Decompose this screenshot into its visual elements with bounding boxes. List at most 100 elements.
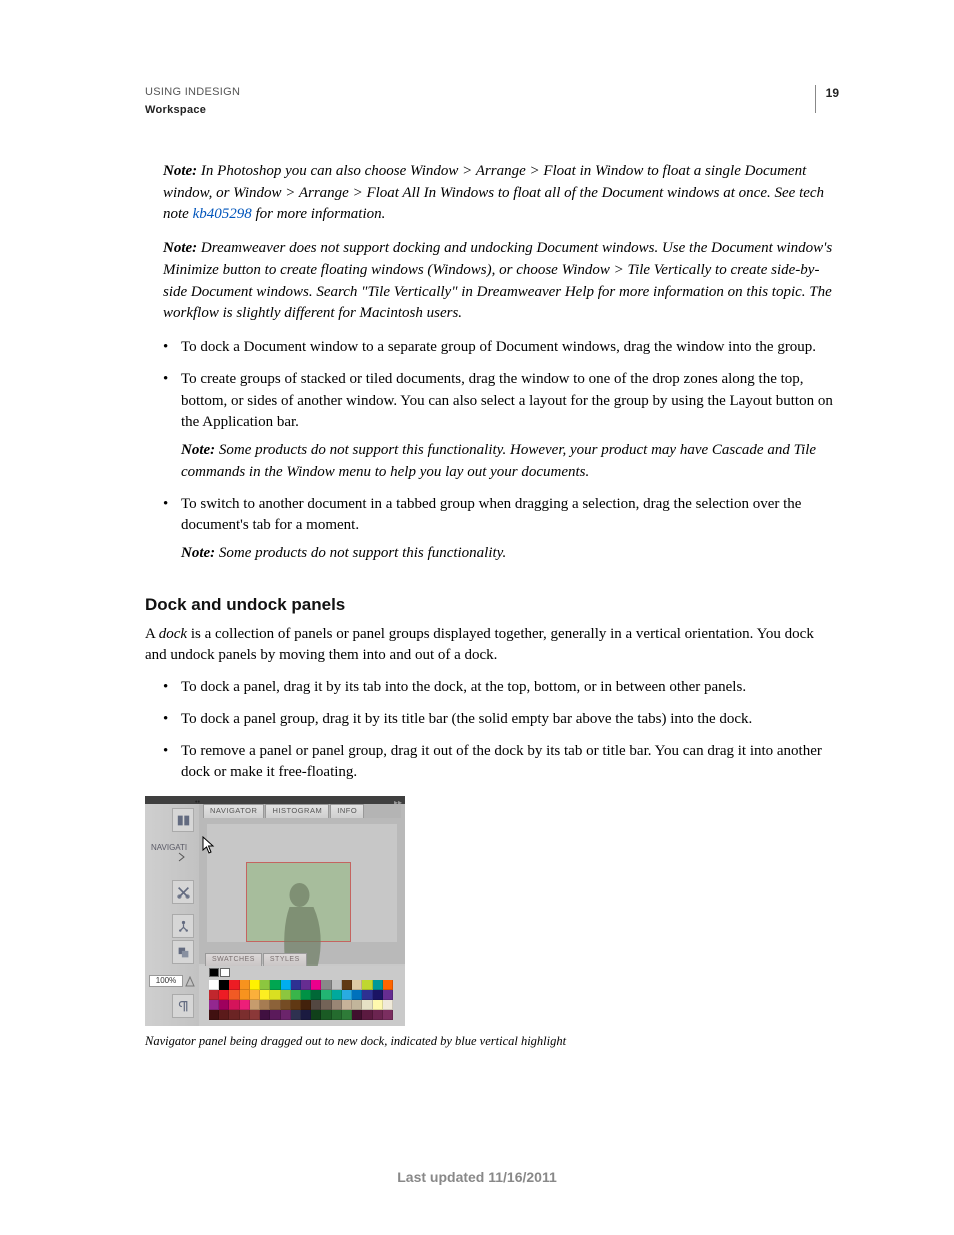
panel-screenshot: •• ▸▸ NAVIGATI (145, 796, 405, 1026)
swatch (383, 990, 393, 1000)
note-text: Some products do not support this functi… (181, 442, 816, 480)
panel-tabs: NAVIGATOR HISTOGRAM INFO (203, 804, 401, 818)
swatch (270, 1010, 280, 1020)
panel-icon (177, 814, 190, 827)
swatch (383, 1010, 393, 1020)
fg-color (209, 968, 219, 977)
doc-section: Workspace (145, 103, 240, 119)
swatch (311, 1000, 321, 1010)
swatch (260, 1010, 270, 1020)
swatch (260, 1000, 270, 1010)
note-label: Note: (181, 442, 219, 458)
swatch (291, 1000, 301, 1010)
note-photoshop: Note: In Photoshop you can also choose W… (163, 161, 839, 226)
dock-titlebar: •• ▸▸ (145, 796, 405, 804)
swatch (373, 1000, 383, 1010)
swatch (362, 1010, 372, 1020)
swatches-panel (199, 966, 405, 1026)
tab-navigator: NAVIGATOR (203, 804, 264, 818)
panel-icon-slot (172, 808, 194, 832)
swatch (281, 980, 291, 990)
swatch (209, 1000, 219, 1010)
swatch (229, 990, 239, 1000)
swatch (229, 1010, 239, 1020)
list-item-note: Note: Some products do not support this … (181, 440, 839, 484)
swatch (362, 1000, 372, 1010)
swatch (250, 1000, 260, 1010)
navigator-panel: NAVIGATOR HISTOGRAM INFO ▾≡ (199, 804, 405, 964)
swatch (383, 1000, 393, 1010)
swatch (281, 1000, 291, 1010)
swatch (352, 1010, 362, 1020)
list-item-note: Note: Some products do not support this … (181, 543, 839, 565)
swatch (301, 1000, 311, 1010)
swatch (260, 980, 270, 990)
swatch-controls (209, 968, 393, 978)
note-label: Note: (181, 545, 219, 561)
swatch (373, 1010, 383, 1020)
tech-note-link[interactable]: kb405298 (193, 206, 252, 222)
swatch (281, 990, 291, 1000)
list-item: To switch to another document in a tabbe… (163, 494, 839, 565)
swatch (229, 1000, 239, 1010)
swatch (311, 980, 321, 990)
panel-icon-slot (172, 914, 194, 938)
swatch (209, 990, 219, 1000)
swatch (301, 980, 311, 990)
swatch (321, 990, 331, 1000)
list-item-text: To switch to another document in a tabbe… (181, 496, 801, 534)
term-dock: dock (159, 626, 187, 642)
list-item: To remove a panel or panel group, drag i… (163, 741, 839, 785)
note-text-b: for more information. (252, 206, 386, 222)
figure-caption: Navigator panel being dragged out to new… (145, 1032, 839, 1050)
swatch (291, 980, 301, 990)
tab-info: INFO (330, 804, 364, 818)
swatch (332, 980, 342, 990)
swatch (321, 980, 331, 990)
swatches-tabs: SWATCHES STYLES (205, 953, 308, 965)
panel-icon-slot (172, 880, 194, 904)
list-item: To dock a panel group, drag it by its ti… (163, 709, 839, 731)
page-footer: Last updated 11/16/2011 (0, 1167, 954, 1187)
swatch (281, 1010, 291, 1020)
swatch (260, 990, 270, 1000)
swatch (332, 1010, 342, 1020)
bg-color (220, 968, 230, 977)
swatch (342, 980, 352, 990)
list-item-text: To create groups of stacked or tiled doc… (181, 371, 833, 431)
dock-left-column: NAVIGATI 100% (145, 804, 199, 1026)
list-item-text: To dock a panel, drag it by its tab into… (181, 679, 746, 695)
swatch (342, 1000, 352, 1010)
scissors-icon (177, 886, 190, 899)
swatch (342, 1010, 352, 1020)
zoom-value: 100% (149, 975, 183, 987)
swatch (301, 1010, 311, 1020)
swatch (270, 990, 280, 1000)
list-item-text: To remove a panel or panel group, drag i… (181, 743, 822, 781)
page-header: USING INDESIGN Workspace 19 (145, 85, 839, 119)
page-number: 19 (815, 85, 839, 113)
swatch (250, 980, 260, 990)
list-item-text: To dock a Document window to a separate … (181, 339, 816, 355)
bullet-list-2: To dock a panel, drag it by its tab into… (163, 677, 839, 784)
bullet-list-1: To dock a Document window to a separate … (163, 337, 839, 565)
swatch (240, 1010, 250, 1020)
section-intro: A dock is a collection of panels or pane… (145, 624, 839, 668)
tab-styles: STYLES (263, 953, 307, 967)
swatch (270, 1000, 280, 1010)
list-item-text: To dock a panel group, drag it by its ti… (181, 711, 752, 727)
swatch (209, 1010, 219, 1020)
list-item: To create groups of stacked or tiled doc… (163, 369, 839, 484)
swatch (311, 990, 321, 1000)
list-item: To dock a Document window to a separate … (163, 337, 839, 359)
swatch (352, 1000, 362, 1010)
swatch (219, 1010, 229, 1020)
swatch (342, 990, 352, 1000)
note-text: Some products do not support this functi… (219, 545, 506, 561)
swatch (352, 980, 362, 990)
swatch (321, 1000, 331, 1010)
swatch (332, 990, 342, 1000)
cursor-icon (202, 836, 217, 854)
triangle-icon (185, 976, 195, 987)
swatch (219, 980, 229, 990)
